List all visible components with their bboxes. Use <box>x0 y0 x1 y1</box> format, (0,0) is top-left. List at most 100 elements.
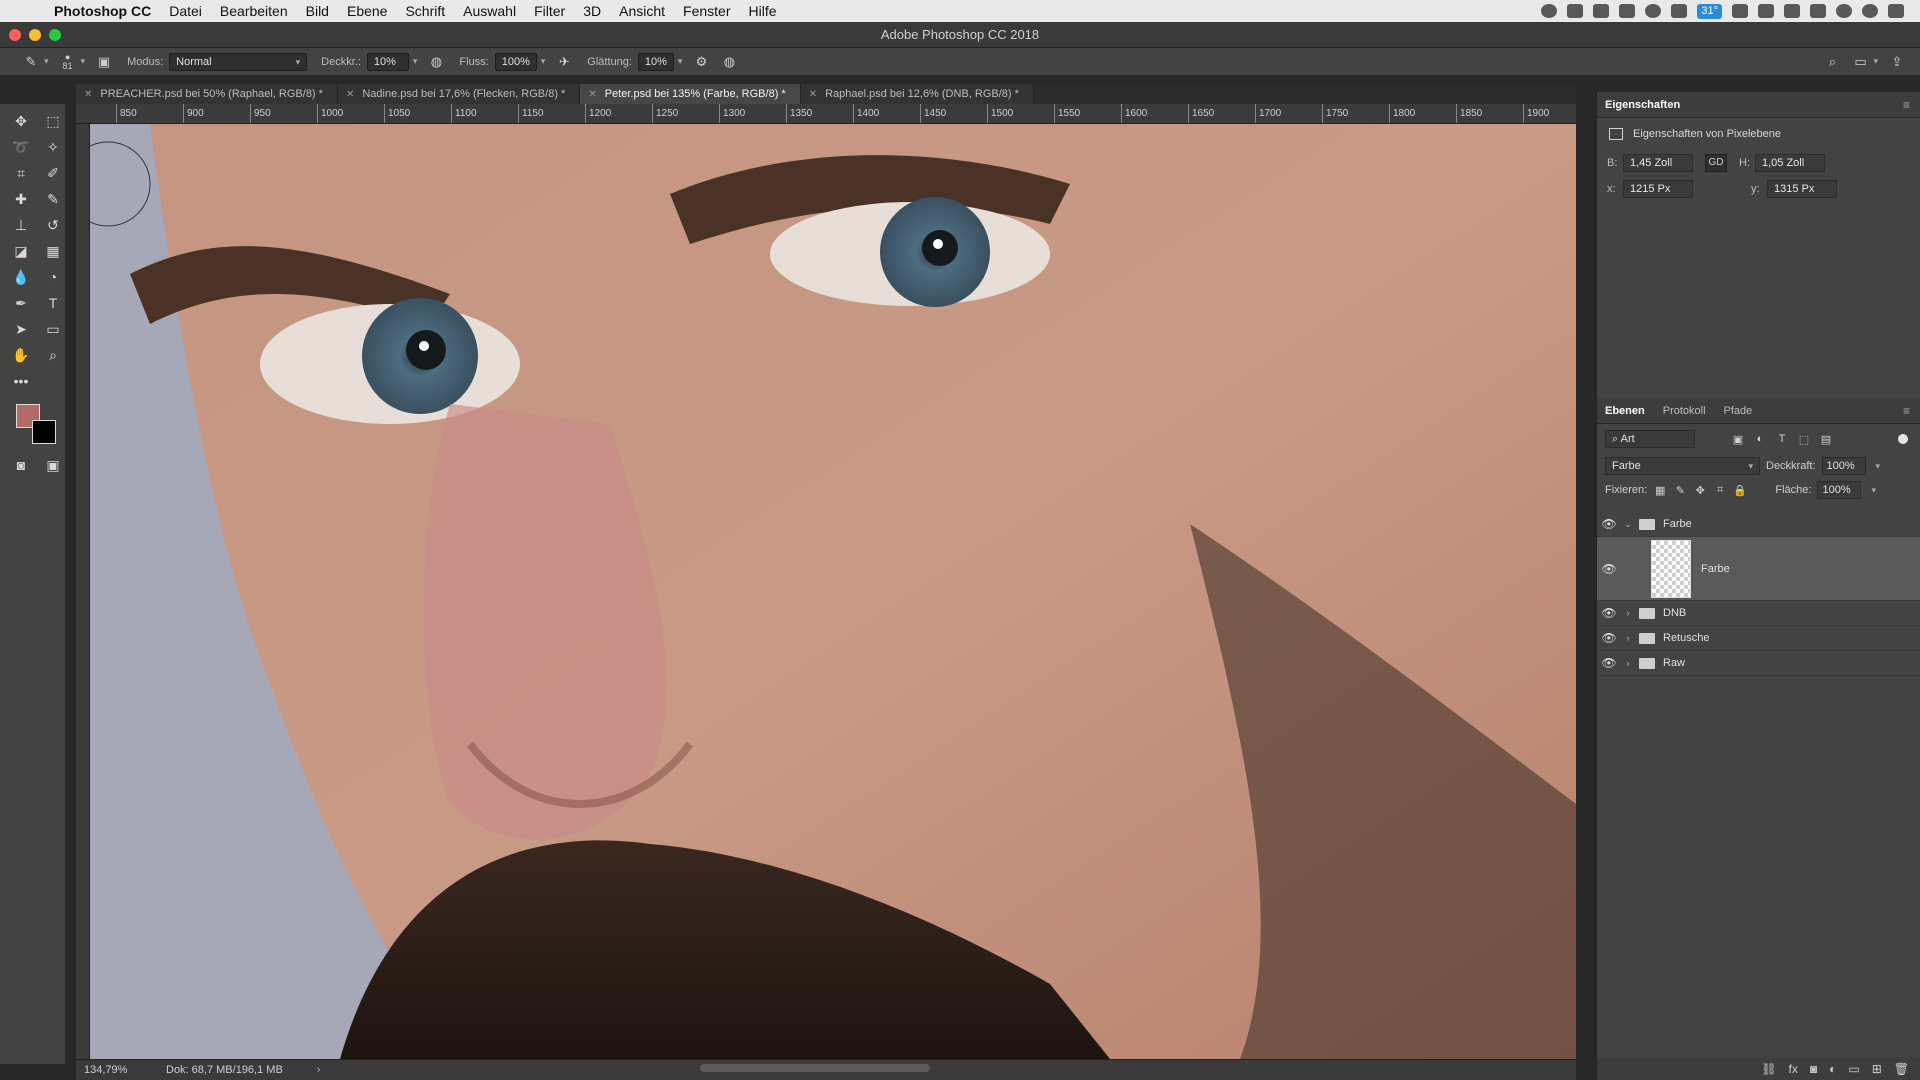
filter-adjustment-icon[interactable]: ◐ <box>1753 432 1767 446</box>
tab-peter[interactable]: ✕ Peter.psd bei 135% (Farbe, RGB/8) * <box>580 84 801 104</box>
screen-icon[interactable] <box>1567 4 1584 18</box>
new-layer-icon[interactable]: ⊞ <box>1872 1062 1882 1076</box>
tab-properties[interactable]: Eigenschaften <box>1605 99 1680 111</box>
gear-icon[interactable]: ⚙ <box>692 53 710 71</box>
hand-tool-icon[interactable]: ✋ <box>8 344 34 366</box>
chevron-right-icon[interactable]: › <box>1621 633 1635 643</box>
cloud-icon[interactable] <box>1645 4 1662 18</box>
layer-farbe[interactable]: 👁 Farbe <box>1597 537 1920 601</box>
link-layers-icon[interactable]: ⛓ <box>1761 1062 1776 1076</box>
workspace-chevron-icon[interactable]: ▾ <box>1873 56 1878 67</box>
mode-select[interactable]: Normal ▾ <box>169 52 308 71</box>
tab-paths[interactable]: Pfade <box>1724 405 1753 417</box>
menu-ansicht[interactable]: Ansicht <box>619 3 665 19</box>
layer-group-farbe[interactable]: 👁 ⌄ Farbe <box>1597 512 1920 537</box>
zoom-level[interactable]: 134,79% <box>84 1064 154 1076</box>
lock-position-icon[interactable]: ✥ <box>1693 483 1707 497</box>
panel-menu-icon[interactable]: ≡ <box>1903 98 1910 112</box>
chevron-right-icon[interactable]: › <box>1621 658 1635 668</box>
opacity-chevron-icon[interactable]: ▾ <box>413 56 418 67</box>
brush-preset-chevron-icon[interactable]: ▾ <box>81 56 86 67</box>
chevron-right-icon[interactable]: › <box>1621 608 1635 618</box>
height-field[interactable]: 1,05 Zoll <box>1755 154 1825 172</box>
rectangle-tool-icon[interactable]: ▭ <box>40 318 66 340</box>
gradient-tool-icon[interactable]: ▦ <box>40 240 66 262</box>
dodge-tool-icon[interactable]: ◔ <box>40 266 66 288</box>
smoothing-field[interactable]: 10% <box>637 52 674 71</box>
panel-menu-icon[interactable]: ≡ <box>1903 404 1910 418</box>
menu-schrift[interactable]: Schrift <box>405 3 445 19</box>
spotlight-icon[interactable] <box>1836 4 1852 18</box>
blend-mode-select[interactable]: Farbe ▾ <box>1605 457 1760 475</box>
fx-icon[interactable]: fx <box>1789 1062 1798 1076</box>
menu-fenster[interactable]: Fenster <box>683 3 730 19</box>
weather-badge[interactable]: 31° <box>1697 3 1722 19</box>
opacity-field[interactable]: 10% <box>366 52 409 71</box>
fill-chevron-icon[interactable]: ▾ <box>1871 485 1876 496</box>
filter-toggle[interactable] <box>1898 434 1908 444</box>
x-field[interactable]: 1215 Px <box>1623 180 1693 198</box>
menu-bearbeiten[interactable]: Bearbeiten <box>220 3 288 19</box>
background-color-swatch[interactable] <box>32 420 56 444</box>
eyedropper-tool-icon[interactable]: ✐ <box>40 162 66 184</box>
search-icon[interactable]: ⌕ <box>1823 53 1841 71</box>
crop-tool-icon[interactable]: ⌗ <box>8 162 34 184</box>
tool-preset-chevron-icon[interactable]: ▾ <box>44 56 49 67</box>
more-tools-icon[interactable]: ••• <box>8 370 34 392</box>
type-tool-icon[interactable]: T <box>40 292 66 314</box>
eye-icon[interactable]: 👁 <box>1597 631 1621 645</box>
screen-mode-icon[interactable]: ▣ <box>40 454 66 476</box>
quick-mask-icon[interactable]: ◙ <box>8 454 34 476</box>
hd-icon[interactable] <box>1732 4 1748 18</box>
ruler-horizontal[interactable]: 850 900 950 1000 1050 1100 1150 1200 1250 1300 135… <box>76 104 1576 124</box>
menu-bild[interactable]: Bild <box>306 3 329 19</box>
horizontal-scrollbar[interactable] <box>700 1064 930 1072</box>
close-icon[interactable]: ✕ <box>809 89 817 100</box>
tab-preacher[interactable]: ✕ PREACHER.psd bei 50% (Raphael, RGB/8) * <box>76 84 338 104</box>
menu-3d[interactable]: 3D <box>583 3 601 19</box>
path-selection-tool-icon[interactable]: ➤ <box>8 318 34 340</box>
layer-kind-select[interactable]: ⌕ Art <box>1605 430 1695 448</box>
adjustment-layer-icon[interactable]: ◐ <box>1829 1062 1836 1076</box>
add-mask-icon[interactable]: ◙ <box>1810 1062 1817 1076</box>
adobe-icon[interactable] <box>1671 4 1688 18</box>
eye-icon[interactable]: 👁 <box>1597 656 1621 670</box>
tab-layers[interactable]: Ebenen <box>1605 405 1645 417</box>
eraser-tool-icon[interactable]: ◪ <box>8 240 34 262</box>
lock-all-icon[interactable]: 🔒 <box>1733 483 1747 497</box>
brush-tool-icon[interactable]: ✎ <box>40 188 66 210</box>
menu-hilfe[interactable]: Hilfe <box>749 3 777 19</box>
close-icon[interactable]: ✕ <box>346 89 354 100</box>
flow-field[interactable]: 100% <box>494 52 537 71</box>
airplay-icon[interactable] <box>1784 4 1800 18</box>
smoothing-chevron-icon[interactable]: ▾ <box>678 56 683 67</box>
zoom-tool-icon[interactable]: ⌕ <box>40 344 66 366</box>
layer-group-retusche[interactable]: 👁 › Retusche <box>1597 626 1920 651</box>
blur-tool-icon[interactable]: 💧 <box>8 266 34 288</box>
y-field[interactable]: 1315 Px <box>1767 180 1837 198</box>
quick-selection-tool-icon[interactable]: ✧ <box>40 136 66 158</box>
filter-pixel-icon[interactable]: ▣ <box>1731 432 1745 446</box>
filter-shape-icon[interactable]: ⬚ <box>1797 432 1811 446</box>
move-tool-icon[interactable]: ✥ <box>8 110 34 132</box>
menu-filter[interactable]: Filter <box>534 3 565 19</box>
healing-brush-tool-icon[interactable]: ✚ <box>8 188 34 210</box>
menu-app-name[interactable]: Photoshop CC <box>54 3 151 19</box>
eye-icon[interactable]: 👁 <box>1597 517 1621 531</box>
close-icon[interactable]: ✕ <box>84 89 92 100</box>
lock-image-icon[interactable]: ✎ <box>1673 483 1687 497</box>
lock-artboard-icon[interactable]: ⌗ <box>1713 483 1727 497</box>
menu-datei[interactable]: Datei <box>169 3 202 19</box>
battery-icon[interactable] <box>1810 4 1826 18</box>
dropbox-icon[interactable] <box>1593 4 1610 18</box>
fill-field[interactable]: 100% <box>1817 481 1862 499</box>
record-icon[interactable] <box>1541 4 1558 18</box>
menu-auswahl[interactable]: Auswahl <box>463 3 516 19</box>
flow-chevron-icon[interactable]: ▾ <box>541 56 546 67</box>
airbrush-icon[interactable]: ✈ <box>555 53 573 71</box>
eye-icon[interactable]: 👁 <box>1597 606 1621 620</box>
filter-smart-object-icon[interactable]: ▤ <box>1819 432 1833 446</box>
pen-tool-icon[interactable]: ✒ <box>8 292 34 314</box>
wifi-icon[interactable] <box>1758 4 1774 18</box>
brush-preset-picker[interactable]: ● 81 <box>59 52 77 71</box>
